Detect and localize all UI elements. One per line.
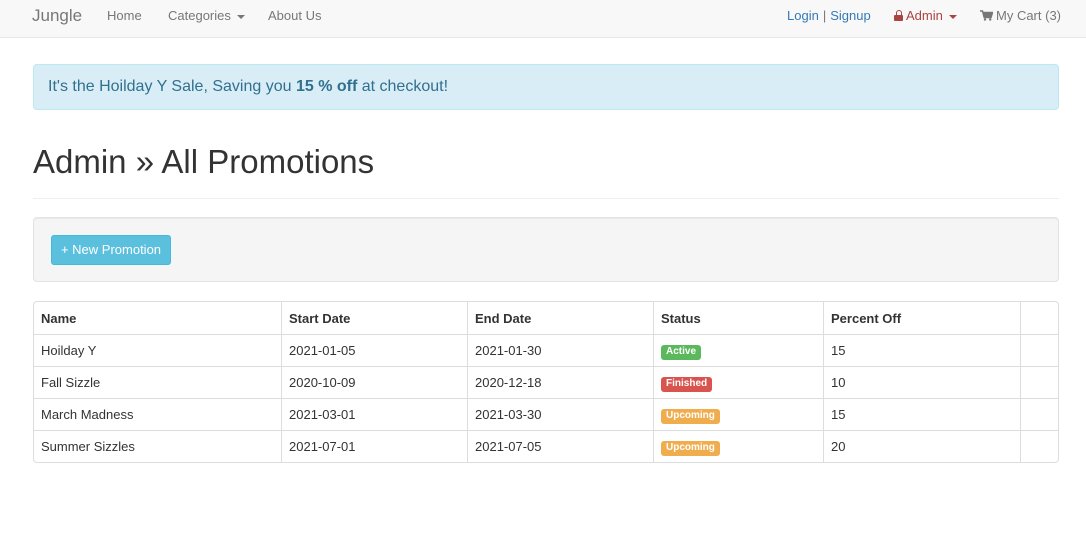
- nav-about-link[interactable]: About Us: [268, 8, 321, 23]
- promotion-actions-cell: [1021, 430, 1058, 462]
- promotions-table: Name Start Date End Date Status Percent …: [33, 301, 1059, 463]
- promotion-end-date: 2021-03-30: [468, 398, 654, 430]
- promotion-status-cell: Active: [654, 334, 824, 366]
- new-promotion-button[interactable]: + New Promotion: [51, 235, 171, 265]
- column-header-status: Status: [654, 302, 824, 334]
- status-badge: Upcoming: [661, 440, 720, 456]
- cart-label: My Cart (3): [996, 8, 1061, 23]
- sale-alert-suffix: at checkout!: [357, 78, 449, 95]
- promotion-percent-off: 20: [824, 430, 1021, 462]
- promotion-name: Summer Sizzles: [34, 430, 282, 462]
- page-title: Admin » All Promotions: [33, 143, 375, 180]
- admin-label: Admin: [906, 8, 943, 23]
- promotion-status-cell: Upcoming: [654, 398, 824, 430]
- promotion-end-date: 2020-12-18: [468, 366, 654, 398]
- promotion-start-date: 2021-03-01: [282, 398, 468, 430]
- top-navbar: Jungle Home Categories About Us Login | Si…: [0, 0, 1086, 38]
- login-link[interactable]: Login: [787, 8, 819, 23]
- promotion-percent-off: 15: [824, 334, 1021, 366]
- promotion-actions-cell: [1021, 366, 1058, 398]
- shopping-cart-icon: [980, 10, 993, 21]
- title-divider: [33, 198, 1059, 199]
- caret-down-icon: [948, 14, 957, 19]
- sale-alert-discount: 15 % off: [295, 78, 358, 95]
- promotion-percent-off: 10: [824, 366, 1021, 398]
- promotion-status-cell: Finished: [654, 366, 824, 398]
- promotion-percent-off: 15: [824, 398, 1021, 430]
- cart-link[interactable]: My Cart (3): [980, 8, 1061, 23]
- promotion-name: Hoilday Y: [34, 334, 282, 366]
- auth-links: Login | Signup: [787, 8, 871, 23]
- status-badge: Upcoming: [661, 408, 720, 424]
- table-row: March Madness 2021-03-01 2021-03-30 Upco…: [34, 398, 1058, 430]
- brand-link[interactable]: Jungle: [32, 6, 82, 26]
- promotion-start-date: 2021-07-01: [282, 430, 468, 462]
- signup-link[interactable]: Signup: [830, 8, 870, 23]
- nav-categories-dropdown[interactable]: Categories: [168, 8, 245, 23]
- table-row: Hoilday Y 2021-01-05 2021-01-30 Active 1…: [34, 334, 1058, 366]
- promotion-actions-cell: [1021, 334, 1058, 366]
- table-row: Fall Sizzle 2020-10-09 2020-12-18 Finish…: [34, 366, 1058, 398]
- column-header-percent-off: Percent Off: [824, 302, 1021, 334]
- status-badge: Active: [661, 344, 702, 360]
- table-row: Summer Sizzles 2021-07-01 2021-07-05 Upc…: [34, 430, 1058, 462]
- promotion-actions-cell: [1021, 398, 1058, 430]
- column-header-actions: [1021, 302, 1058, 334]
- sale-alert-prefix: It's the Hoilday Y Sale, Saving you: [48, 78, 296, 95]
- column-header-end-date: End Date: [468, 302, 654, 334]
- promotion-name: March Madness: [34, 398, 282, 430]
- column-header-name: Name: [34, 302, 282, 334]
- status-badge: Finished: [661, 376, 713, 392]
- column-header-start-date: Start Date: [282, 302, 468, 334]
- lock-icon: [894, 10, 903, 21]
- auth-separator: |: [822, 8, 827, 23]
- sale-alert: It's the Hoilday Y Sale, Saving you 15 %…: [33, 64, 1059, 110]
- promotion-start-date: 2020-10-09: [282, 366, 468, 398]
- actions-well: + New Promotion: [33, 217, 1059, 282]
- promotion-end-date: 2021-07-05: [468, 430, 654, 462]
- nav-home-link[interactable]: Home: [107, 8, 142, 23]
- caret-down-icon: [236, 14, 245, 19]
- promotion-status-cell: Upcoming: [654, 430, 824, 462]
- nav-categories-label: Categories: [168, 8, 231, 23]
- promotion-end-date: 2021-01-30: [468, 334, 654, 366]
- promotion-start-date: 2021-01-05: [282, 334, 468, 366]
- table-header-row: Name Start Date End Date Status Percent …: [34, 302, 1058, 334]
- admin-dropdown[interactable]: Admin: [894, 8, 957, 23]
- promotion-name: Fall Sizzle: [34, 366, 282, 398]
